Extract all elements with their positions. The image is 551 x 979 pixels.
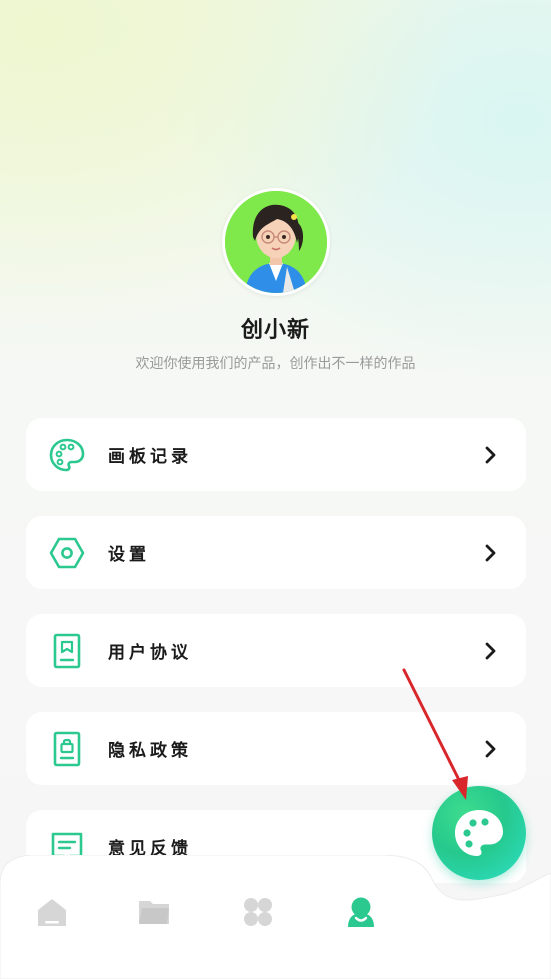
- chevron-right-icon: [485, 740, 496, 758]
- profile-header: 创小新 欢迎你使用我们的产品，创作出不一样的作品: [0, 188, 551, 374]
- menu-item-label: 画板记录: [108, 447, 192, 467]
- annotation-arrow: [402, 668, 468, 800]
- folder-icon[interactable]: [137, 895, 171, 929]
- chevron-right-icon: [485, 544, 496, 562]
- user-slogan: 欢迎你使用我们的产品，创作出不一样的作品: [135, 356, 416, 372]
- document-bookmark-icon: [53, 633, 81, 669]
- menu-item-label: 用户协议: [108, 643, 192, 663]
- user-name: 创小新: [240, 318, 310, 343]
- menu-item-label: 设置: [108, 545, 150, 565]
- menu-item-label: 隐私政策: [108, 741, 192, 761]
- profile-icon[interactable]: [344, 895, 378, 929]
- avatar[interactable]: [221, 188, 330, 296]
- home-icon[interactable]: [35, 895, 69, 929]
- chevron-right-icon: [485, 446, 496, 464]
- menu-item-drawing-records[interactable]: 画板记录: [26, 418, 526, 491]
- document-lock-icon: [53, 731, 81, 767]
- apps-grid-icon[interactable]: [241, 895, 275, 929]
- chevron-right-icon: [485, 642, 496, 660]
- palette-icon: [49, 438, 85, 472]
- hexagon-settings-icon: [49, 537, 85, 569]
- palette-icon: [455, 810, 503, 856]
- menu-item-settings[interactable]: 设置: [26, 516, 526, 589]
